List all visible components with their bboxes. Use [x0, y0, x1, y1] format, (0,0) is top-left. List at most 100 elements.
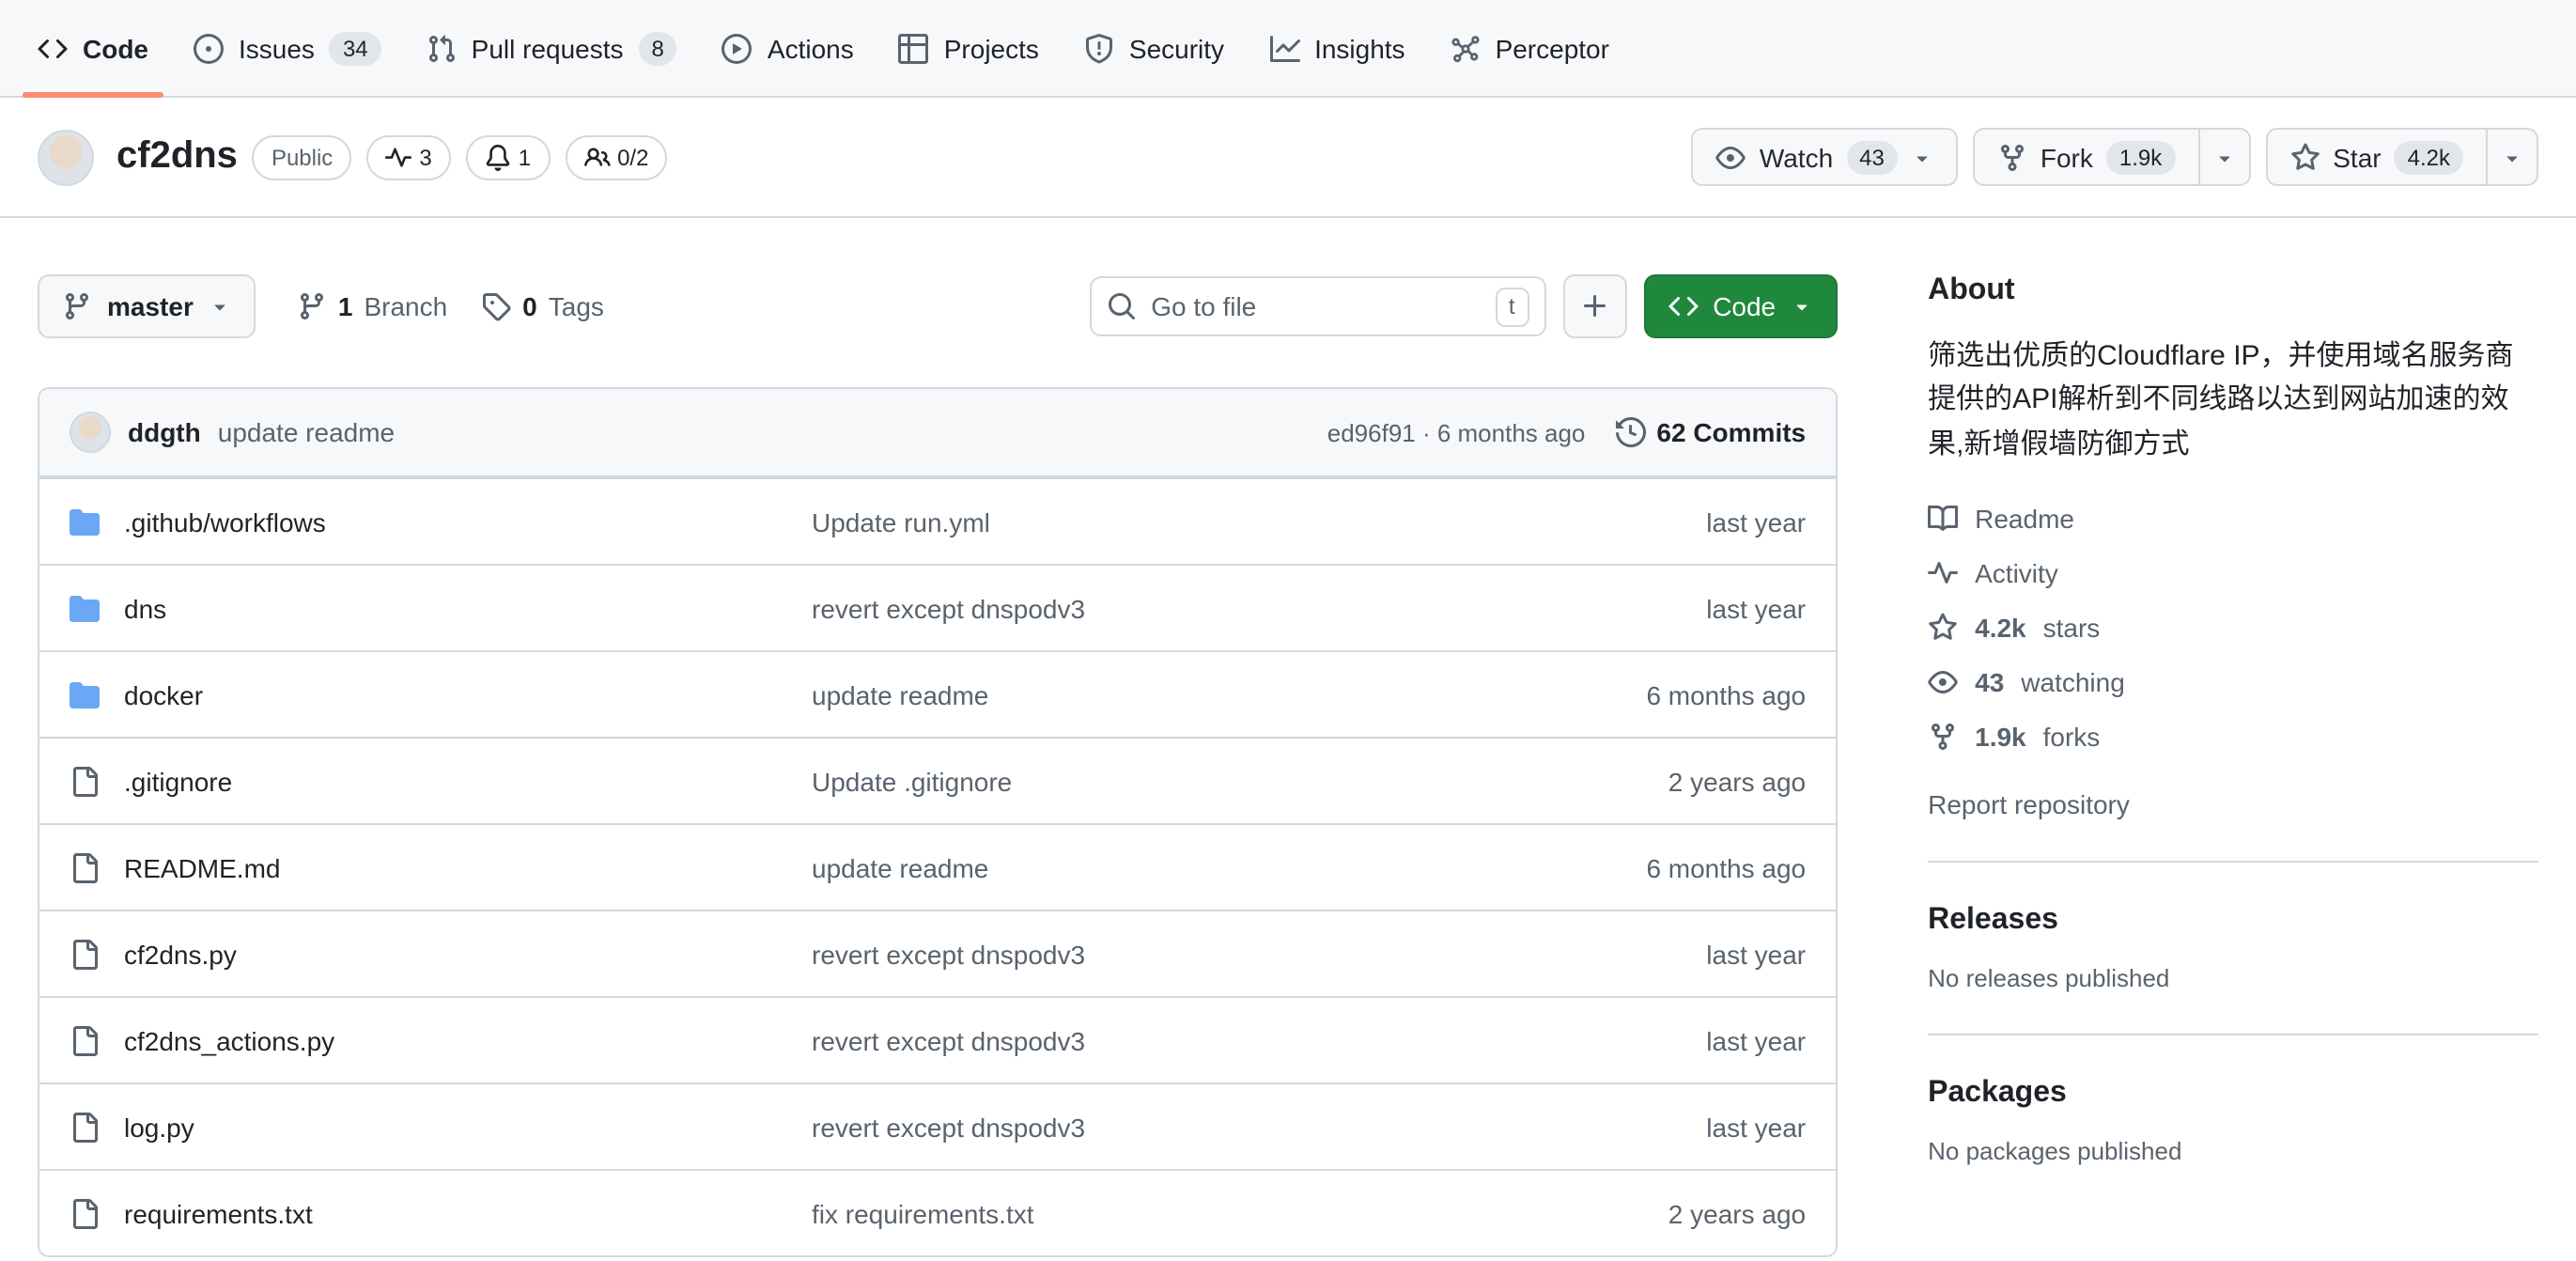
repo-title[interactable]: cf2dns: [116, 135, 238, 179]
star-icon: [2289, 142, 2320, 172]
file-name[interactable]: docker: [124, 679, 203, 709]
go-to-file-box: t: [1089, 276, 1546, 336]
git-pull-request-icon: [427, 33, 457, 63]
table-icon: [898, 33, 929, 63]
tab-issues[interactable]: Issues 34: [175, 0, 400, 96]
releases-empty-text: No releases published: [1928, 963, 2170, 992]
tab-actions[interactable]: Actions: [704, 0, 873, 96]
star-label: Star: [2333, 142, 2382, 172]
file-name[interactable]: log.py: [124, 1112, 194, 1142]
meta-label: watching: [2021, 666, 2125, 697]
chevron-down-icon: [1911, 146, 1933, 168]
file-commit-date: last year: [1706, 939, 1807, 969]
tab-perceptor[interactable]: Perceptor: [1432, 0, 1628, 96]
current-branch: master: [107, 291, 194, 321]
star-button[interactable]: Star 4.2k: [2265, 128, 2538, 186]
tag-word: Tags: [548, 291, 604, 321]
repo-owner-avatar[interactable]: [38, 129, 94, 185]
issue-opened-icon: [194, 33, 224, 63]
notifications-count: 1: [518, 144, 532, 170]
repo-header: cf2dns Public 3 1 0/2 Watch 43 Fork 1.9k…: [0, 98, 2576, 218]
tab-label: Insights: [1314, 33, 1405, 63]
releases-title[interactable]: Releases: [1928, 904, 2538, 938]
tags-link[interactable]: 0 Tags: [481, 291, 604, 321]
branches-link[interactable]: 1 Branch: [297, 291, 447, 321]
chevron-down-icon: [209, 295, 231, 318]
stars-link[interactable]: 4.2k stars: [1928, 613, 2538, 643]
packages-section: Packages No packages published: [1928, 1033, 2538, 1165]
repo-tab-nav: Code Issues 34 Pull requests 8 Actions P…: [0, 0, 2576, 98]
repo-forked-icon: [1928, 722, 1958, 752]
go-to-file-input[interactable]: [1147, 289, 1496, 323]
graph-icon: [1269, 33, 1300, 63]
table-row: cf2dns_actions.py revert except dnspodv3…: [39, 996, 1837, 1082]
tab-label: Security: [1128, 33, 1225, 63]
file-commit-message[interactable]: revert except dnspodv3: [812, 1025, 1505, 1055]
forks-link[interactable]: 1.9k forks: [1928, 722, 2538, 752]
file-commit-date: last year: [1706, 1025, 1807, 1055]
add-file-button[interactable]: [1562, 274, 1627, 338]
file-name[interactable]: cf2dns.py: [124, 939, 237, 969]
file-commit-message[interactable]: fix requirements.txt: [812, 1198, 1505, 1228]
file-icon: [70, 1112, 100, 1142]
report-repository-link[interactable]: Report repository: [1928, 789, 2538, 819]
fork-button[interactable]: Fork 1.9k: [1972, 128, 2251, 186]
watching-link[interactable]: 43 watching: [1928, 667, 2538, 697]
file-commit-message[interactable]: update readme: [812, 852, 1505, 882]
file-commit-message[interactable]: revert except dnspodv3: [812, 1112, 1505, 1142]
commit-history-link[interactable]: 62 Commits: [1615, 417, 1806, 447]
file-commit-message[interactable]: revert except dnspodv3: [812, 593, 1505, 623]
file-icon: [70, 766, 100, 796]
tab-projects[interactable]: Projects: [880, 0, 1058, 96]
tab-label: Actions: [767, 33, 854, 63]
tab-security[interactable]: Security: [1065, 0, 1243, 96]
commit-message[interactable]: update readme: [218, 417, 395, 447]
file-name[interactable]: cf2dns_actions.py: [124, 1025, 334, 1055]
tab-pull-requests[interactable]: Pull requests 8: [408, 0, 696, 96]
file-commit-message[interactable]: revert except dnspodv3: [812, 939, 1505, 969]
pulse-badge[interactable]: 3: [366, 134, 451, 179]
code-button[interactable]: Code: [1643, 274, 1839, 338]
activity-link[interactable]: Activity: [1928, 558, 2538, 588]
table-row: log.py revert except dnspodv3 last year: [39, 1082, 1837, 1169]
commit-count-label: 62 Commits: [1656, 417, 1807, 447]
star-dropdown[interactable]: [2486, 130, 2537, 184]
file-name[interactable]: .gitignore: [124, 766, 232, 796]
file-icon: [70, 939, 100, 969]
visibility-badge: Public: [252, 134, 352, 179]
pulse-icon: [1928, 558, 1959, 588]
tab-insights[interactable]: Insights: [1250, 0, 1424, 96]
watch-button[interactable]: Watch 43: [1691, 128, 1958, 186]
pulse-count: 3: [419, 144, 432, 170]
play-icon: [722, 33, 753, 63]
packages-title[interactable]: Packages: [1928, 1077, 2538, 1111]
table-row: .gitignore Update .gitignore 2 years ago: [39, 737, 1837, 823]
file-name[interactable]: README.md: [124, 852, 280, 882]
watch-label: Watch: [1759, 142, 1834, 172]
file-commit-date: last year: [1706, 506, 1807, 537]
file-commit-date: last year: [1706, 593, 1807, 623]
people-badge[interactable]: 0/2: [565, 134, 668, 179]
git-branch-icon: [62, 291, 92, 321]
file-name[interactable]: dns: [124, 593, 166, 623]
file-icon: [70, 1025, 100, 1055]
file-commit-message[interactable]: Update .gitignore: [812, 766, 1505, 796]
perceptor-icon: [1451, 33, 1481, 63]
file-commit-message[interactable]: Update run.yml: [812, 506, 1505, 537]
history-icon: [1615, 417, 1646, 447]
commit-sha-time[interactable]: ed96f91 · 6 months ago: [1327, 418, 1586, 446]
watching-count: 43: [1975, 666, 2005, 697]
file-commit-message[interactable]: update readme: [812, 679, 1505, 709]
notifications-badge[interactable]: 1: [465, 134, 551, 179]
file-name[interactable]: requirements.txt: [124, 1198, 313, 1228]
packages-empty-text: No packages published: [1928, 1136, 2182, 1165]
file-name[interactable]: .github/workflows: [124, 506, 326, 537]
commit-author[interactable]: ddgth: [128, 417, 201, 447]
tab-code[interactable]: Code: [19, 0, 167, 98]
commit-author-avatar[interactable]: [70, 412, 111, 453]
branch-selector[interactable]: master: [38, 274, 256, 338]
fork-dropdown[interactable]: [2197, 130, 2248, 184]
shield-icon: [1084, 33, 1114, 63]
readme-link[interactable]: Readme: [1928, 504, 2538, 534]
issues-count-badge: 34: [329, 31, 381, 65]
